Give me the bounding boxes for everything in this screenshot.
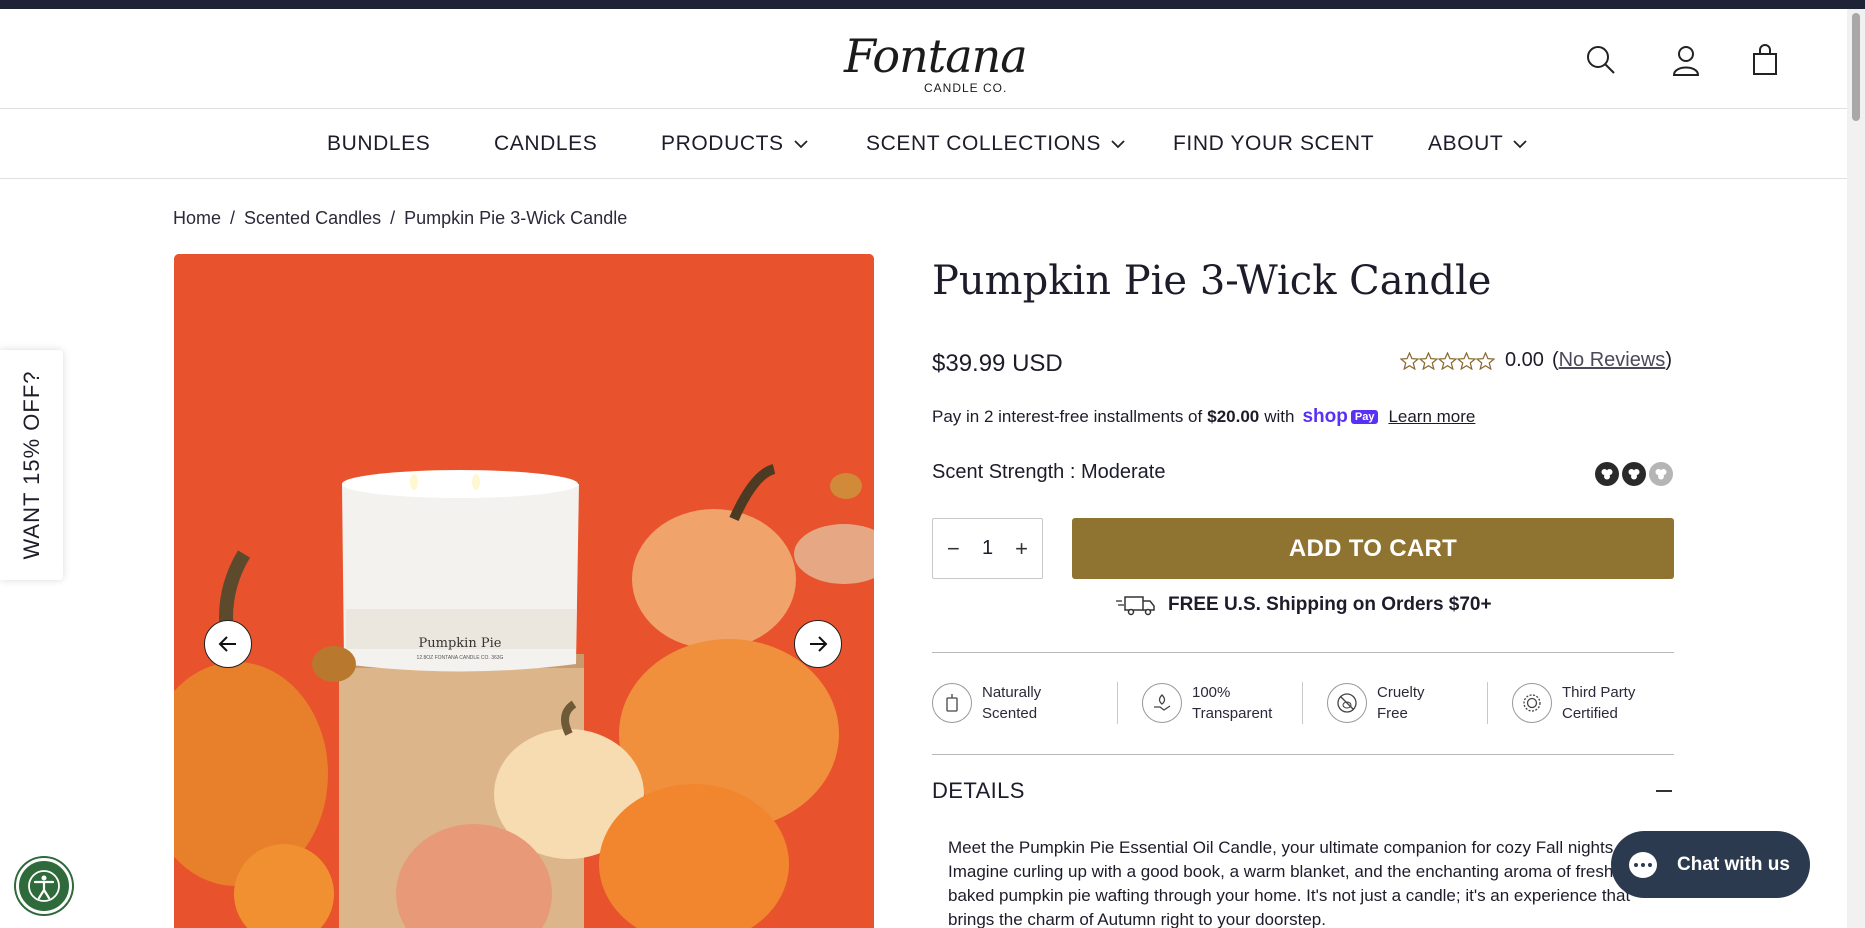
quantity-stepper: − 1 + xyxy=(932,518,1043,579)
nav-item-scent-collections[interactable]: SCENT COLLECTIONS xyxy=(866,131,1126,157)
jar-label: Pumpkin Pie xyxy=(419,636,502,651)
feature-line2: Transparent xyxy=(1192,705,1273,722)
installments-amount: $20.00 xyxy=(1207,407,1260,426)
rating-value: 0.00 xyxy=(1505,349,1544,371)
scent-strength-meter xyxy=(1595,462,1673,486)
feature-line2: Scented xyxy=(982,705,1038,722)
feature-cruelty-free: Cruelty Free xyxy=(1327,682,1497,724)
breadcrumb-home[interactable]: Home xyxy=(173,208,221,228)
star-empty-icon xyxy=(1400,351,1419,370)
logo-subtitle: CANDLE CO. xyxy=(924,81,1008,95)
feature-line1: 100% xyxy=(1192,684,1231,701)
breadcrumb-separator: / xyxy=(230,208,236,228)
logo-wordmark: Fontana xyxy=(844,29,1028,83)
feature-divider xyxy=(1117,682,1118,724)
product-photo: Pumpkin Pie 12.8OZ FONTANA CANDLE CO. 36… xyxy=(174,254,874,928)
arrow-right-icon xyxy=(810,636,828,652)
strength-filled-icon xyxy=(1622,462,1646,486)
scrollbar[interactable] xyxy=(1847,9,1865,928)
nav-item-find-your-scent[interactable]: FIND YOUR SCENT xyxy=(1173,131,1374,157)
strength-empty-icon xyxy=(1649,462,1673,486)
feature-third-party-certified: Third Party Certified xyxy=(1512,682,1682,724)
scent-strength: Scent Strength : Moderate xyxy=(932,461,1166,483)
certified-seal-icon xyxy=(1512,683,1552,723)
site-header: Fontana CANDLE CO. xyxy=(0,9,1847,109)
divider xyxy=(932,754,1674,755)
strength-filled-icon xyxy=(1595,462,1619,486)
feature-divider xyxy=(1302,682,1303,724)
gallery-prev-button[interactable] xyxy=(204,620,252,668)
chat-label: Chat with us xyxy=(1677,853,1790,875)
rating-stars xyxy=(1400,351,1495,370)
reviews-link[interactable]: No Reviews xyxy=(1559,349,1666,372)
details-heading: DETAILS xyxy=(932,778,1025,803)
chevron-down-icon xyxy=(1513,140,1527,149)
gallery-next-button[interactable] xyxy=(794,620,842,668)
accessibility-button[interactable] xyxy=(16,858,72,914)
search-icon[interactable] xyxy=(1584,43,1618,77)
details-accordion-header[interactable]: DETAILS xyxy=(932,778,1674,804)
feature-transparent: 100% Transparent xyxy=(1142,682,1312,724)
feature-naturally-scented: Naturally Scented xyxy=(932,682,1102,724)
learn-more-link[interactable]: Learn more xyxy=(1388,407,1475,427)
cart-icon[interactable] xyxy=(1748,43,1782,77)
reviews-paren-close: ) xyxy=(1665,349,1672,371)
star-empty-icon xyxy=(1457,351,1476,370)
main-nav: BUNDLES CANDLES PRODUCTS SCENT COLLECTIO… xyxy=(0,109,1847,179)
free-shipping-text: FREE U.S. Shipping on Orders $70+ xyxy=(1168,594,1492,615)
shoppay-installments: Pay in 2 interest-free installments of $… xyxy=(932,406,1475,428)
account-icon[interactable] xyxy=(1669,43,1703,77)
hand-leaf-icon xyxy=(1142,683,1182,723)
free-shipping-banner: FREE U.S. Shipping on Orders $70+ xyxy=(1116,594,1492,616)
divider xyxy=(932,652,1674,653)
jar-icon xyxy=(932,683,972,723)
product-price: $39.99 USD xyxy=(932,350,1063,377)
details-description: Meet the Pumpkin Pie Essential Oil Candl… xyxy=(948,838,1631,928)
nav-item-products[interactable]: PRODUCTS xyxy=(661,131,809,157)
product-features: Naturally Scented 100% Transparent Cruelty… xyxy=(932,670,1674,740)
jar-sublabel: 12.8OZ FONTANA CANDLE CO. 363G xyxy=(417,655,504,661)
chat-button[interactable]: Chat with us xyxy=(1611,831,1810,898)
bunny-icon xyxy=(1327,683,1367,723)
breadcrumb-current: Pumpkin Pie 3-Wick Candle xyxy=(404,208,628,228)
quantity-decrease-button[interactable]: − xyxy=(947,536,960,562)
feature-line1: Cruelty xyxy=(1377,684,1425,701)
breadcrumb-separator: / xyxy=(390,208,396,228)
truck-icon xyxy=(1116,596,1155,616)
accessibility-icon xyxy=(28,870,60,902)
discount-side-tab[interactable]: WANT 15% OFF? xyxy=(0,350,63,580)
scrollbar-thumb[interactable] xyxy=(1852,13,1860,121)
quantity-value[interactable]: 1 xyxy=(982,537,993,560)
feature-line2: Free xyxy=(1377,705,1408,722)
star-empty-icon xyxy=(1419,351,1438,370)
chevron-down-icon xyxy=(794,140,808,149)
collapse-icon[interactable] xyxy=(1656,790,1672,792)
discount-side-tab-label: WANT 15% OFF? xyxy=(18,370,44,560)
feature-line1: Third Party xyxy=(1562,684,1636,701)
product-title: Pumpkin Pie 3-Wick Candle xyxy=(932,258,1492,304)
nav-item-candles[interactable]: CANDLES xyxy=(494,131,597,157)
quantity-increase-button[interactable]: + xyxy=(1015,536,1028,562)
add-to-cart-button[interactable]: ADD TO CART xyxy=(1072,518,1674,579)
product-image: Pumpkin Pie 12.8OZ FONTANA CANDLE CO. 36… xyxy=(174,254,874,928)
installments-with: with xyxy=(1264,407,1295,426)
star-empty-icon xyxy=(1438,351,1457,370)
star-empty-icon xyxy=(1476,351,1495,370)
breadcrumb-category[interactable]: Scented Candles xyxy=(244,208,381,228)
product-rating: 0.00 (No Reviews) xyxy=(1400,349,1672,372)
feature-divider xyxy=(1487,682,1488,724)
shoppay-logo: shop Pay xyxy=(1302,406,1379,428)
reviews-paren-open: ( xyxy=(1551,349,1559,371)
top-strip xyxy=(0,0,1865,9)
nav-item-about[interactable]: ABOUT xyxy=(1428,131,1528,157)
chat-bubble-icon xyxy=(1629,851,1657,878)
chevron-down-icon xyxy=(1111,140,1125,149)
feature-line2: Certified xyxy=(1562,705,1618,722)
feature-line1: Naturally xyxy=(982,684,1042,701)
breadcrumb: Home / Scented Candles / Pumpkin Pie 3-Wick … xyxy=(173,208,627,229)
nav-item-bundles[interactable]: BUNDLES xyxy=(327,131,430,157)
installments-text: Pay in 2 interest-free installments of xyxy=(932,407,1203,426)
logo[interactable]: Fontana CANDLE CO. xyxy=(840,29,1028,99)
arrow-left-icon xyxy=(218,636,236,652)
